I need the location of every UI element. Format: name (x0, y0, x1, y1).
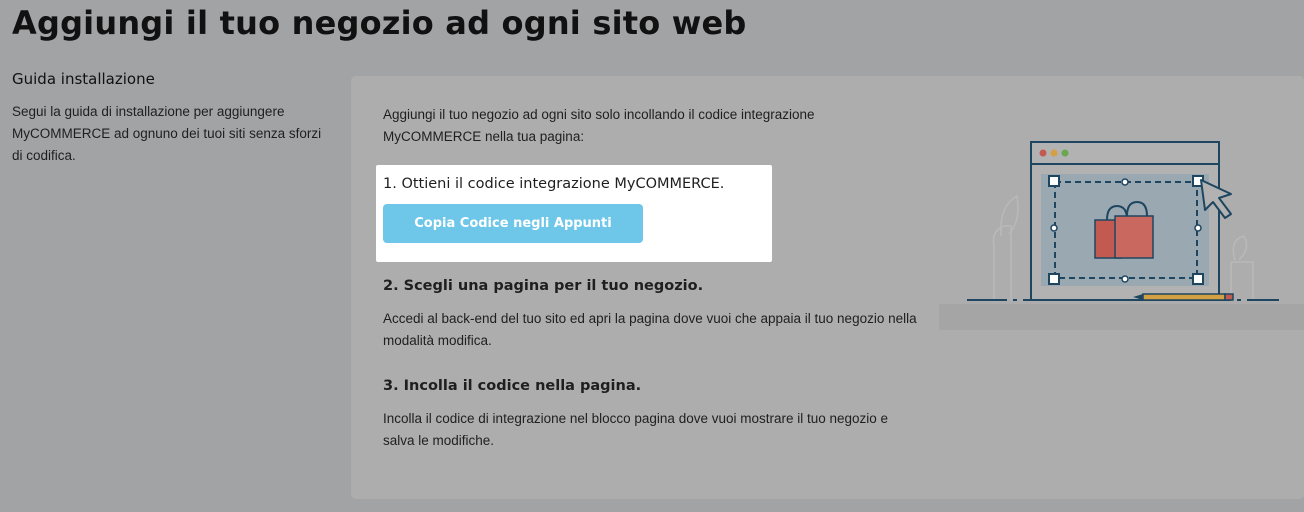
integration-card: Aggiungi il tuo negozio ad ogni sito sol… (351, 76, 1304, 499)
step-2-title: 2. Scegli una pagina per il tuo negozio. (383, 278, 704, 294)
step-2-text: Accedi al back-end del tuo sito ed apri … (383, 311, 917, 348)
install-guide-description: Segui la guida di installazione per aggi… (12, 104, 322, 163)
ground-shadow (939, 304, 1304, 330)
step-3-text: Incolla il codice di integrazione nel bl… (383, 411, 889, 448)
plant-icon (1230, 235, 1254, 300)
copy-code-button[interactable]: Copia Codice negli Appunti (383, 204, 643, 243)
integration-intro: Aggiungi il tuo negozio ad ogni sito sol… (383, 107, 815, 144)
pencil-icon (1133, 293, 1234, 301)
plant-icon (992, 194, 1019, 300)
shop-integration-illustration (939, 141, 1304, 330)
page-title: Aggiungi il tuo negozio ad ogni sito web (12, 4, 747, 42)
step-3-title: 3. Incolla il codice nella pagina. (383, 378, 642, 394)
step-1-title: 1. Ottieni il codice integrazione MyCOMM… (383, 176, 725, 192)
install-guide-heading: Guida installazione (12, 70, 155, 88)
step-1-highlight: 1. Ottieni il codice integrazione MyCOMM… (376, 165, 772, 262)
